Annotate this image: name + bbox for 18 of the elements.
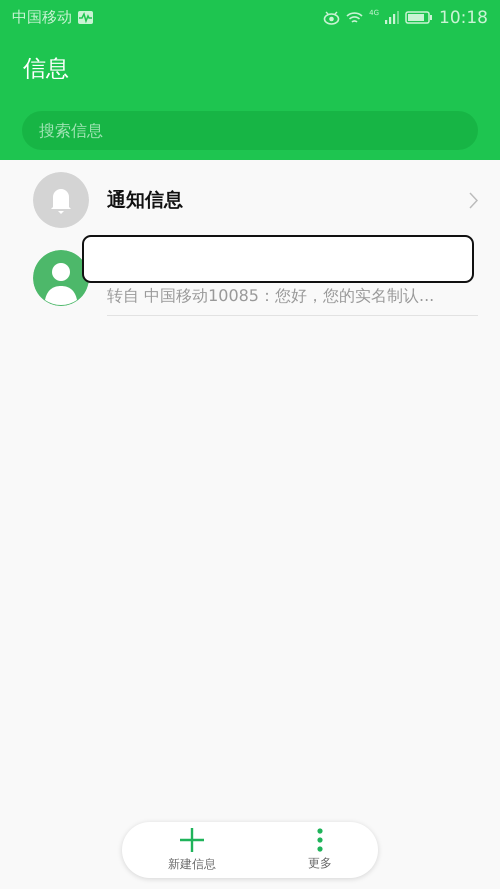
message-preview: 转自 中国移动10085：您好，您的实名制认... (107, 286, 436, 307)
clock-time: 10:18 (439, 8, 488, 28)
wifi-icon (346, 10, 364, 24)
page-title: 信息 (22, 55, 70, 84)
eye-icon (323, 10, 340, 24)
add-icon (179, 827, 205, 853)
chevron-right-icon (469, 192, 478, 208)
conversation-title: 通知信息 (107, 188, 184, 213)
activity-icon (78, 11, 93, 24)
signal-icon (385, 11, 399, 24)
person-avatar-icon (33, 250, 89, 306)
bell-avatar-icon (33, 172, 89, 228)
battery-icon (405, 11, 433, 24)
search-field[interactable]: 搜索信息 (22, 111, 478, 150)
add-button[interactable]: 新建信息 (160, 825, 224, 875)
more-icon (317, 828, 323, 852)
more-button[interactable]: 更多 (300, 826, 340, 874)
carrier-name: 中国移动 (12, 8, 72, 27)
